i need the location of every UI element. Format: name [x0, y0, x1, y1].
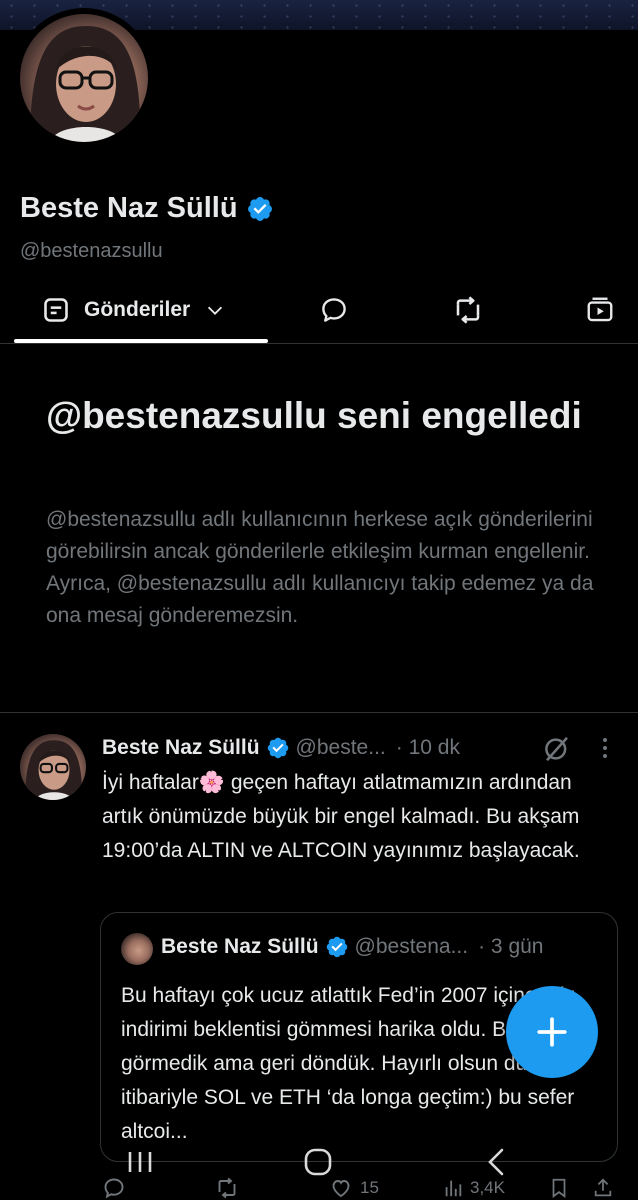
quoted-post-time: · 3 gün	[478, 935, 544, 958]
home-icon	[304, 1148, 332, 1176]
quoted-author-handle: @bestena...	[354, 935, 469, 958]
quoted-author-name: Beste Naz Süllü	[161, 935, 319, 958]
tab-posts[interactable]: Gönderiler	[14, 276, 268, 344]
post-time[interactable]: · 10 dk	[396, 736, 460, 760]
more-options-icon[interactable]	[600, 736, 610, 760]
home-button[interactable]	[298, 1146, 338, 1178]
blocked-description: @bestenazsullu adlı kullanıcının herkese…	[46, 508, 594, 627]
quoted-author-avatar	[121, 933, 153, 965]
back-icon	[488, 1148, 504, 1176]
reply-icon	[322, 298, 346, 322]
post-author-name[interactable]: Beste Naz Süllü	[102, 736, 260, 760]
plus-icon	[537, 1017, 567, 1047]
verified-badge-icon	[326, 936, 347, 958]
profile-avatar[interactable]	[14, 8, 154, 148]
profile-handle: @bestenazsullu	[20, 240, 163, 262]
grok-icon[interactable]	[542, 734, 572, 764]
recent-apps-icon	[128, 1152, 152, 1172]
active-tab-indicator	[14, 339, 268, 343]
repost-icon	[456, 296, 480, 324]
chevron-down-icon[interactable]	[204, 299, 226, 321]
profile-tabs: Gönderiler	[0, 276, 638, 344]
post-text: İyi haftalar🌸 geçen haftayı atlatmamızın…	[102, 771, 580, 862]
verified-badge-icon	[247, 196, 272, 221]
post-header: Beste Naz Süllü @beste... · 10 dk	[102, 734, 622, 762]
blocked-title: @bestenazsullu seni engelledi	[46, 395, 582, 436]
verified-badge-icon	[267, 737, 288, 759]
profile-display-name: Beste Naz Süllü	[20, 192, 274, 225]
tab-media[interactable]	[580, 290, 620, 330]
system-navigation-bar	[0, 1140, 638, 1184]
post-author-handle[interactable]: @beste...	[296, 736, 386, 760]
quoted-post-header: Beste Naz Süllü @bestena... · 3 gün	[161, 935, 611, 959]
posts-icon	[44, 298, 68, 322]
back-button[interactable]	[476, 1146, 516, 1178]
divider	[0, 712, 638, 713]
compose-post-button[interactable]	[506, 986, 598, 1078]
post-author-avatar[interactable]	[20, 734, 86, 800]
recent-apps-button[interactable]	[120, 1146, 160, 1178]
tab-posts-label: Gönderiler	[84, 298, 191, 321]
tab-reposts[interactable]	[448, 290, 488, 330]
tab-replies[interactable]	[314, 290, 354, 330]
media-play-icon	[587, 297, 613, 322]
